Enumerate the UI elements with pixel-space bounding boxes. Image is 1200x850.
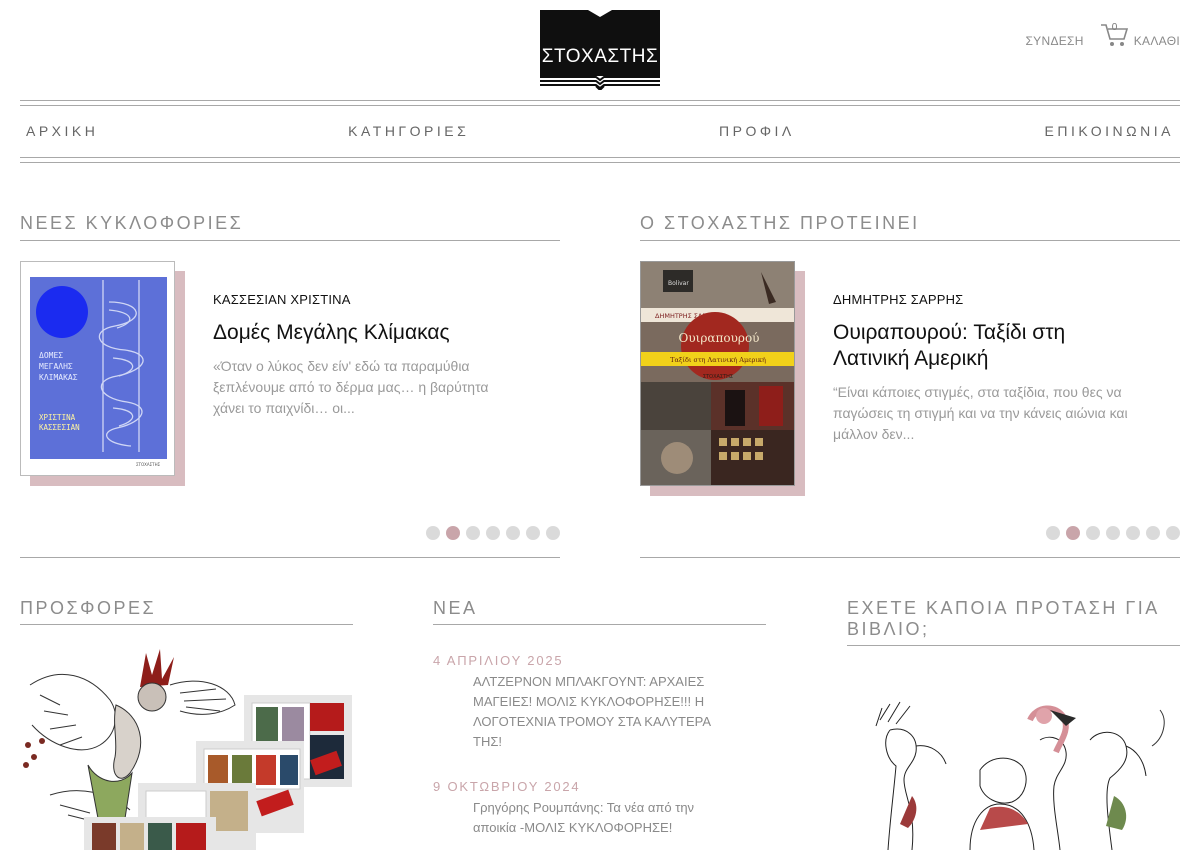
slider-dot-active[interactable] [446, 526, 460, 540]
news-text-line: ΜΑΓΕΙΕΣ! ΜΟΛΙΣ ΚΥΚΛΟΦΟΡΗΣΕ!!! Η [473, 694, 705, 709]
new-releases-bottom-rule [20, 557, 560, 558]
nav-rule-top-2 [20, 105, 1180, 106]
news-date: 4 ΑΠΡΙΛΙΟΥ 2025 [433, 653, 564, 668]
slider-dot[interactable] [466, 526, 480, 540]
nav-item-contact[interactable]: ΕΠΙΚΟΙΝΩΝΙΑ [1045, 123, 1174, 139]
excerpt-line: χάνει το παιχνίδι… οι... [213, 400, 355, 416]
recommends-pagination [1046, 526, 1180, 540]
cover-title: Ουιραπουρού [679, 331, 760, 345]
new-releases-pagination [426, 526, 560, 540]
birds-illustration [875, 701, 1165, 850]
proposal-title: ΕΧΕΤΕ ΚΑΠΟΙΑ ΠΡΟΤΑΣΗ ΓΙΑ ΒΙΒΛΙΟ; [847, 598, 1160, 640]
slider-dot-active[interactable] [1066, 526, 1080, 540]
offers-title: ΠΡΟΣΦΟΡΕΣ [20, 598, 157, 618]
excerpt-line: παγώσεις τη στιγμή και να την κάνεις αιώ… [833, 405, 1128, 421]
recommends-title: Ο ΣΤΟΧΑΣΤΗΣ ΠΡΟΤΕΙΝΕΙ [640, 213, 920, 233]
book-author[interactable]: ΚΑΣΣΕΣΙΑΝ ΧΡΙΣΤΙΝΑ [213, 292, 351, 307]
new-releases-title: ΝΕΕΣ ΚΥΚΛΟΦΟΡΙΕΣ [20, 213, 244, 233]
news-date: 9 ΟΚΤΩΒΡΙΟΥ 2024 [433, 779, 581, 794]
news-rule [433, 624, 766, 625]
slider-dot[interactable] [1166, 526, 1180, 540]
news-text-line: ΤΗΣ! [473, 734, 502, 749]
site-logo[interactable]: ΣΤΟΧΑΣΤΗΣ [540, 10, 660, 90]
cart-link[interactable]: 0 ΚΑΛΑΘΙ [1100, 22, 1180, 48]
book-cover-domes[interactable]: ΔΟΜΕΣ ΜΕΓΑΛΗΣ ΚΛΙΜΑΚΑΣ ΧΡΙΣΤΙΝΑ ΚΑΣΣΕΣΙΑ… [20, 261, 175, 476]
cover-title-line-2: ΜΕΓΑΛΗΣ [39, 362, 73, 371]
cover-author-line-1: ΧΡΙΣΤΙΝΑ [39, 413, 76, 422]
cover-title-line-3: ΚΛΙΜΑΚΑΣ [39, 373, 78, 382]
cover-title-line-1: ΔΟΜΕΣ [39, 351, 63, 360]
slider-dot[interactable] [506, 526, 520, 540]
cover-publisher: ΣΤΟΧΑΣΤΗΣ [136, 462, 161, 467]
cover-author-line-2: ΚΑΣΣΕΣΙΑΝ [39, 423, 80, 432]
main-nav: ΑΡΧΙΚΗ ΚΑΤΗΓΟΡΙΕΣ ΠΡΟΦΙΛ ΕΠΙΚΟΙΝΩΝΙΑ [20, 120, 1180, 142]
recommends-bottom-rule [640, 557, 1180, 558]
cart-icon: 0 [1100, 22, 1130, 48]
nav-rule-top [20, 100, 1180, 101]
excerpt-line: «Όταν ο λύκος δεν είν' εδώ τα παραμύθια [213, 358, 470, 374]
nav-item-categories[interactable]: ΚΑΤΗΓΟΡΙΕΣ [348, 123, 469, 139]
excerpt-line: ξεπλένουμε από το δέρμα μας… η βαρύτητα [213, 379, 489, 395]
cart-label: ΚΑΛΑΘΙ [1133, 34, 1180, 48]
logo-book-pages-icon [540, 76, 660, 90]
book-excerpt: «Όταν ο λύκος δεν είν' εδώ τα παραμύθια … [213, 356, 533, 419]
nav-rule-bottom-2 [20, 162, 1180, 163]
logo-text: ΣΤΟΧΑΣΤΗΣ [541, 46, 659, 67]
book-excerpt: “Είναι κάποιες στιγμές, στα ταξίδια, που… [833, 382, 1163, 445]
proposal-illustration[interactable] [860, 700, 1180, 850]
news-text-line: αποικία -ΜΟΛΙΣ ΚΥΚΛΟΦΟΡΗΣΕ! [473, 820, 673, 835]
book-title[interactable]: Δομές Μεγάλης Κλίμακας [213, 320, 450, 346]
slider-dot[interactable] [426, 526, 440, 540]
nav-item-home[interactable]: ΑΡΧΙΚΗ [26, 123, 98, 139]
slider-dot[interactable] [1046, 526, 1060, 540]
account-actions: ΣΥΝΔΕΣΗ 0 ΚΑΛΑΘΙ [1025, 12, 1180, 48]
login-link[interactable]: ΣΥΝΔΕΣΗ [1025, 24, 1083, 48]
offers-banner[interactable] [20, 645, 355, 850]
cover-publisher: ΣΤΟΧΑΣΤΗΣ [703, 374, 733, 380]
book-title[interactable]: Ουιραπουρού: Ταξίδι στη Λατινική Αμερική [833, 320, 1153, 372]
cart-count: 0 [1111, 22, 1118, 33]
new-release-card: ΔΟΜΕΣ ΜΕΓΑΛΗΣ ΚΛΙΜΑΚΑΣ ΧΡΙΣΤΙΝΑ ΚΑΣΣΕΣΙΑ… [20, 261, 560, 501]
news-text-line: ΛΟΓΟΤΕΧΝΙΑ ΤΡΟΜΟΥ ΣΤΑ ΚΑΛΥΤΕΡΑ [473, 714, 711, 729]
news-title: ΝΕΑ [433, 598, 478, 618]
cover-sign-text: Bolivar [668, 280, 689, 287]
news-item-link[interactable]: Γρηγόρης Ρουμπάνης: Τα νέα από την αποικ… [473, 798, 753, 838]
book-title-line: Λατινική Αμερική [833, 347, 989, 370]
news-item-link[interactable]: ΑΛΤΖΕΡΝΟΝ ΜΠΛΑΚΓΟΥΝΤ: ΑΡΧΑΙΕΣ ΜΑΓΕΙΕΣ! Μ… [473, 672, 753, 752]
news-text-line: Γρηγόρης Ρουμπάνης: Τα νέα από την [473, 800, 695, 815]
proposal-title-line: ΒΙΒΛΙΟ; [847, 619, 930, 639]
book-title-line: Ουιραπουρού: Ταξίδι στη [833, 321, 1066, 344]
slider-dot[interactable] [1126, 526, 1140, 540]
book-cover-ouirapourou[interactable]: Bolivar ΔΗΜΗΤΡΗΣ ΣΑΡΡΗΣ Ουιραπουρού Ταξί… [640, 261, 795, 486]
proposal-rule [847, 645, 1180, 646]
logo-box [540, 10, 660, 80]
slider-dot[interactable] [486, 526, 500, 540]
nav-rule-bottom [20, 157, 1180, 158]
logo-book-top-icon [588, 10, 612, 17]
slider-dot[interactable] [1106, 526, 1120, 540]
book-author[interactable]: ΔΗΜΗΤΡΗΣ ΣΑΡΡΗΣ [833, 292, 963, 307]
new-releases-rule [20, 240, 560, 241]
offers-rule [20, 624, 353, 625]
news-text-line: ΑΛΤΖΕΡΝΟΝ ΜΠΛΑΚΓΟΥΝΤ: ΑΡΧΑΙΕΣ [473, 674, 705, 689]
excerpt-line: μάλλον δεν... [833, 426, 915, 442]
excerpt-line: “Είναι κάποιες στιγμές, στα ταξίδια, που… [833, 384, 1122, 400]
slider-dot[interactable] [546, 526, 560, 540]
slider-dot[interactable] [1086, 526, 1100, 540]
cover-subtitle: Ταξίδι στη Λατινική Αμερική [670, 355, 766, 364]
recommended-card: Bolivar ΔΗΜΗΤΡΗΣ ΣΑΡΡΗΣ Ουιραπουρού Ταξί… [640, 261, 1180, 501]
slider-dot[interactable] [526, 526, 540, 540]
proposal-title-line: ΕΧΕΤΕ ΚΑΠΟΙΑ ΠΡΟΤΑΣΗ ΓΙΑ [847, 598, 1160, 618]
slider-dot[interactable] [1146, 526, 1160, 540]
offers-illustration [23, 649, 352, 850]
recommends-rule [640, 240, 1180, 241]
nav-item-profile[interactable]: ΠΡΟΦΙΛ [719, 123, 795, 139]
